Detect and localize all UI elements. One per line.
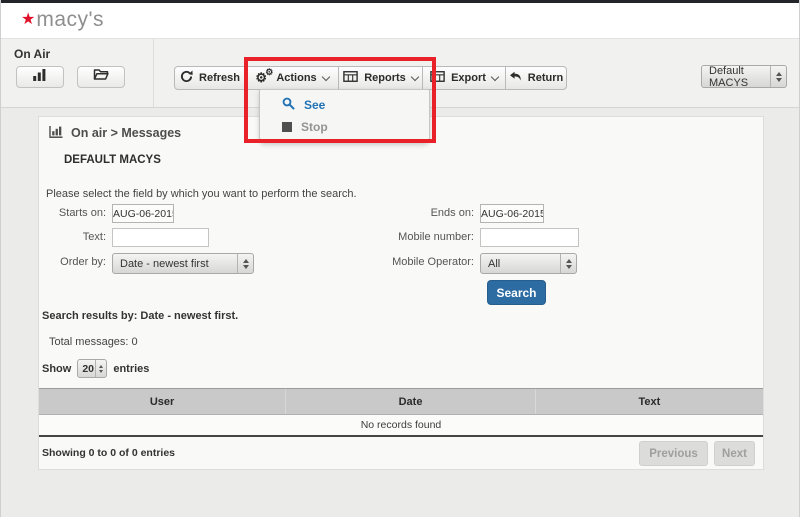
return-label: Return: [528, 72, 563, 84]
refresh-icon: [180, 70, 193, 86]
column-header-text[interactable]: Text: [535, 389, 763, 414]
export-button[interactable]: Export: [422, 66, 506, 90]
chevron-down-icon: [411, 72, 419, 80]
report-table-icon: [343, 71, 358, 85]
breadcrumb-text: On air > Messages: [71, 126, 181, 140]
next-button[interactable]: Next: [714, 441, 755, 466]
refresh-label: Refresh: [199, 72, 240, 84]
search-icon: [282, 97, 295, 113]
breadcrumb: On air > Messages: [49, 125, 181, 141]
chevron-down-icon: [491, 72, 499, 80]
search-button[interactable]: Search: [487, 280, 546, 305]
total-messages: Total messages: 0: [49, 336, 138, 348]
order-by-label: Order by:: [39, 256, 106, 268]
table-header-row: User Date Text: [39, 388, 763, 415]
folder-icon: [93, 68, 109, 86]
app-window: ★ macy's On Air: [0, 0, 800, 517]
page-size-select[interactable]: 20: [77, 359, 107, 378]
refresh-button[interactable]: Refresh: [174, 66, 246, 90]
menu-item-see[interactable]: See: [260, 94, 429, 116]
actions-label: Actions: [276, 72, 316, 84]
order-by-select-value: Date - newest first: [120, 258, 209, 270]
entries-label: entries: [113, 363, 149, 375]
macys-logo: ★ macy's: [21, 8, 104, 32]
bar-chart-icon: [32, 68, 48, 87]
bar-chart-icon: [49, 125, 64, 141]
brand-header: ★ macy's: [1, 3, 799, 38]
content-panel: On air > Messages DEFAULT MACYS Please s…: [38, 116, 764, 470]
show-entries-row: Show 20 entries: [42, 359, 149, 378]
mobile-number-input[interactable]: [480, 228, 579, 247]
show-label: Show: [42, 363, 71, 375]
ends-on-input[interactable]: [480, 204, 544, 223]
export-label: Export: [451, 72, 486, 84]
starts-on-label: Starts on:: [39, 207, 106, 219]
workspace-select[interactable]: Default MACYS: [701, 65, 787, 88]
text-label: Text:: [39, 231, 106, 243]
star-icon: ★: [21, 12, 35, 28]
text-input[interactable]: [112, 228, 209, 247]
previous-button[interactable]: Previous: [639, 441, 708, 466]
mobile-number-label: Mobile number:: [339, 231, 474, 243]
empty-table-row: No records found: [39, 415, 763, 437]
column-header-date[interactable]: Date: [285, 389, 535, 414]
mobile-operator-select[interactable]: All: [480, 253, 577, 274]
select-stepper-icon: [560, 254, 576, 273]
export-table-icon: [430, 71, 445, 85]
select-stepper-icon: [237, 254, 253, 273]
return-button[interactable]: Return: [505, 66, 567, 90]
page-title: DEFAULT MACYS: [64, 154, 161, 166]
chevron-down-icon: [321, 72, 329, 80]
logo-text: macy's: [36, 8, 104, 32]
actions-button[interactable]: ⚙⚙ Actions: [245, 66, 339, 90]
select-stepper-icon: [770, 66, 786, 87]
mobile-operator-select-value: All: [488, 258, 500, 270]
starts-on-input[interactable]: [112, 204, 174, 223]
ends-on-label: Ends on:: [339, 207, 474, 219]
gears-icon: ⚙⚙: [255, 71, 270, 85]
chart-view-button[interactable]: [16, 66, 64, 88]
page-size-value: 20: [82, 363, 94, 375]
return-arrow-icon: [509, 71, 522, 85]
mobile-operator-label: Mobile Operator:: [339, 256, 474, 268]
reports-button[interactable]: Reports: [338, 66, 423, 90]
actions-dropdown-menu: See Stop: [259, 89, 430, 143]
reports-label: Reports: [364, 72, 406, 84]
menu-item-stop-label: Stop: [301, 120, 328, 134]
folder-button[interactable]: [77, 66, 125, 88]
results-table: User Date Text No records found: [39, 388, 763, 437]
toolbar-button-group: Refresh ⚙⚙ Actions Reports: [174, 66, 567, 90]
select-stepper-icon: [95, 360, 106, 377]
toolbar-divider: [153, 39, 154, 107]
column-header-user[interactable]: User: [39, 389, 285, 414]
section-label: On Air: [14, 47, 50, 61]
search-instruction: Please select the field by which you wan…: [46, 188, 357, 200]
menu-item-stop[interactable]: Stop: [260, 116, 429, 138]
order-by-select[interactable]: Date - newest first: [112, 253, 254, 274]
menu-item-see-label: See: [304, 98, 325, 112]
pagination-info: Showing 0 to 0 of 0 entries: [42, 447, 175, 459]
stop-square-icon: [282, 122, 292, 132]
search-results-summary: Search results by: Date - newest first.: [42, 310, 238, 322]
